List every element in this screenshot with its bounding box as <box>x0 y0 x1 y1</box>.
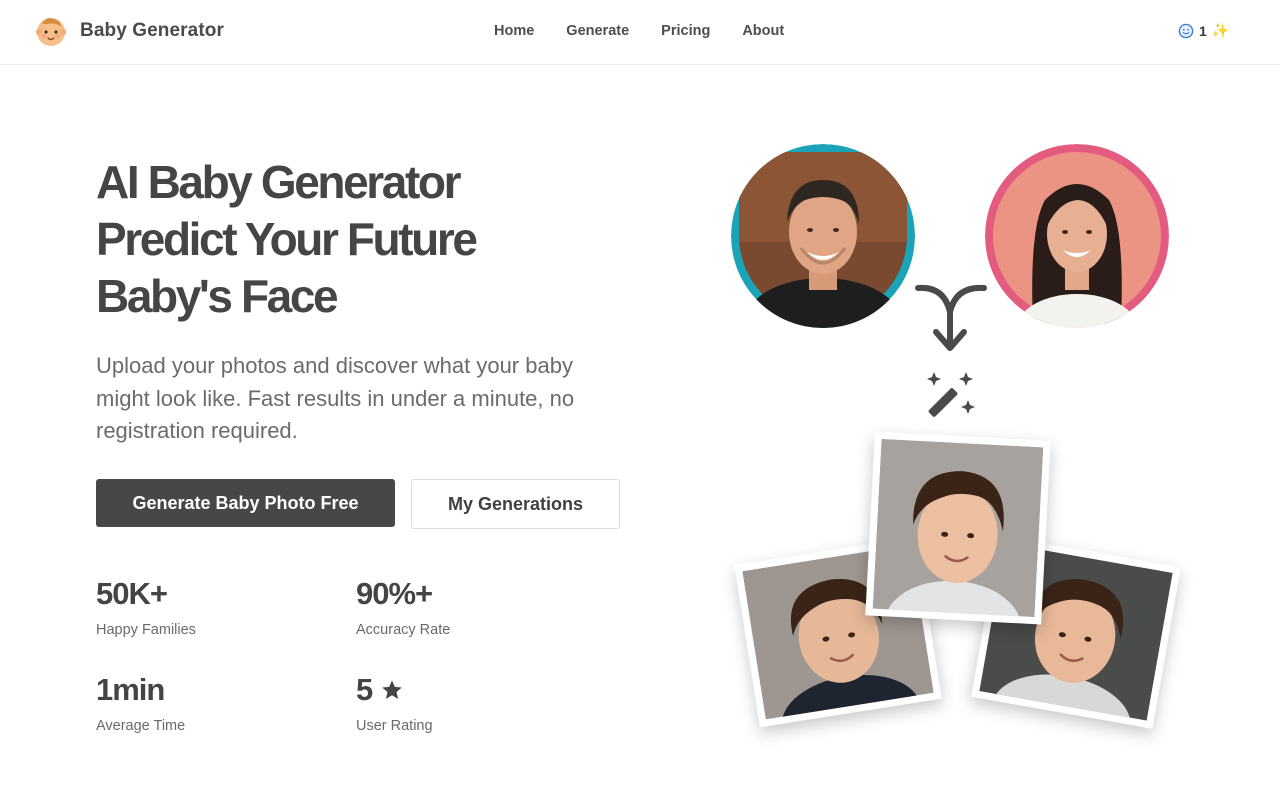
credits-count: 1 <box>1199 22 1207 39</box>
credits-indicator[interactable]: 1 ✨ <box>1178 22 1229 39</box>
nav-link-home[interactable]: Home <box>494 23 534 39</box>
generate-baby-photo-button[interactable]: Generate Baby Photo Free <box>96 479 395 527</box>
sparkle-icon: ✨ <box>1211 22 1230 38</box>
stat-label: Happy Families <box>96 622 196 638</box>
nav-link-generate[interactable]: Generate <box>566 23 629 39</box>
rating-value: 5 <box>356 672 373 707</box>
hero-title: AI Baby Generator Predict Your Future Ba… <box>96 154 656 325</box>
merge-arrow-icon <box>915 284 987 351</box>
stat-value: 1min <box>96 672 165 707</box>
baby-face-icon <box>35 18 67 46</box>
father-portrait <box>731 144 915 328</box>
nav-link-about[interactable]: About <box>742 23 784 39</box>
stat-happy-families: 50K+ Happy Families <box>96 576 196 638</box>
stat-accuracy-rate: 90%+ Accuracy Rate <box>356 576 450 638</box>
mother-portrait <box>985 144 1169 328</box>
father-photo <box>731 144 915 328</box>
main-nav: Home Generate Pricing About <box>494 23 784 39</box>
stat-value: 5 <box>356 672 433 708</box>
stat-user-rating: 5 User Rating <box>356 672 433 734</box>
nav-link-pricing[interactable]: Pricing <box>661 23 710 39</box>
stat-label: Average Time <box>96 718 186 734</box>
mother-photo <box>985 144 1169 328</box>
stat-label: Accuracy Rate <box>356 622 451 638</box>
stat-average-time: 1min Average Time <box>96 672 185 734</box>
baby-photo-center <box>865 431 1051 625</box>
top-navbar: Baby Generator Home Generate Pricing Abo… <box>0 0 1280 65</box>
hero-title-line-3: Baby's Face <box>96 270 339 322</box>
brand-name: Baby Generator <box>80 20 224 41</box>
my-generations-button[interactable]: My Generations <box>411 479 620 529</box>
smiley-icon <box>1178 23 1194 38</box>
brand[interactable]: Baby Generator <box>34 14 224 48</box>
hero-title-line-2: Predict Your Future <box>96 213 478 265</box>
baby-portrait <box>872 438 1044 618</box>
hero-title-line-1: AI Baby Generator <box>96 156 461 208</box>
stat-value: 50K+ <box>96 576 168 611</box>
star-icon <box>382 680 402 699</box>
stat-label: User Rating <box>356 718 433 734</box>
stat-value: 90%+ <box>356 576 433 611</box>
hero-subtitle: Upload your photos and discover what you… <box>96 353 575 443</box>
magic-wand-icon <box>927 372 975 417</box>
